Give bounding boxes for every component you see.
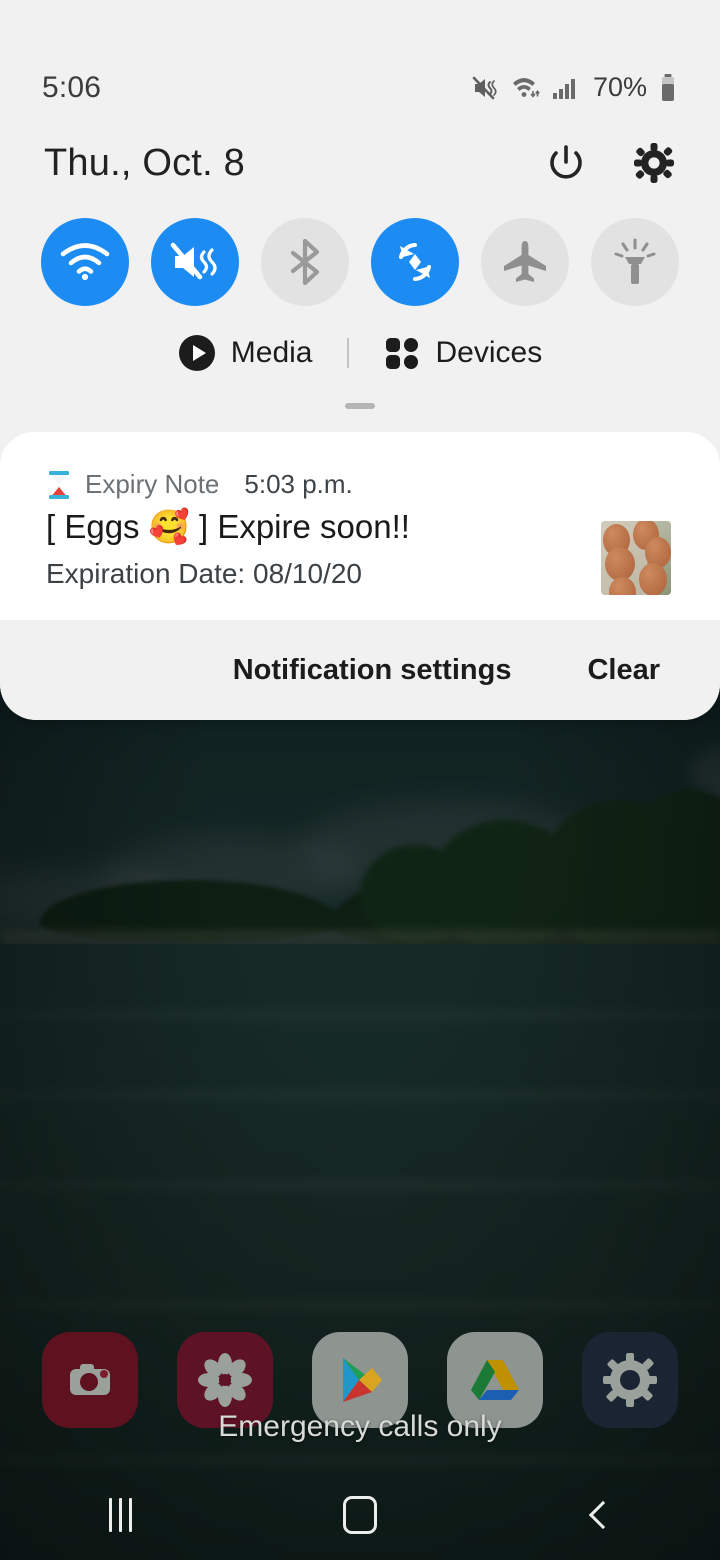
notification-header: Expiry Note 5:03 p.m. bbox=[46, 469, 353, 500]
sync-rotate-icon bbox=[399, 243, 431, 281]
notification-shade: 5:06 70% Thu., Oct. 8 Media Devices Expi… bbox=[0, 0, 720, 720]
notification-title: [ Eggs 🥰 ] Expire soon!! bbox=[46, 508, 410, 545]
cellular-signal-icon bbox=[552, 78, 575, 99]
shade-drag-handle[interactable] bbox=[345, 403, 375, 409]
shade-date: Thu., Oct. 8 bbox=[44, 141, 245, 184]
wifi-icon bbox=[60, 243, 110, 281]
power-icon[interactable] bbox=[544, 141, 588, 185]
media-devices-separator bbox=[346, 338, 349, 368]
toggle-sound-mode[interactable] bbox=[151, 218, 239, 306]
toggle-airplane-mode[interactable] bbox=[481, 218, 569, 306]
notification-settings-button[interactable]: Notification settings bbox=[233, 654, 512, 687]
notification-app-name: Expiry Note bbox=[85, 469, 220, 499]
status-bar: 5:06 70% bbox=[0, 60, 720, 115]
quick-settings-toggles bbox=[0, 216, 720, 308]
navigation-bar bbox=[0, 1470, 720, 1560]
media-label: Media bbox=[230, 336, 313, 369]
home-icon bbox=[343, 1496, 377, 1534]
devices-button[interactable]: Devices bbox=[383, 334, 543, 372]
flashlight-icon bbox=[614, 238, 656, 284]
battery-icon bbox=[662, 73, 674, 101]
toggle-bluetooth[interactable] bbox=[261, 218, 349, 306]
gear-icon[interactable] bbox=[632, 141, 676, 185]
airplane-icon bbox=[504, 241, 546, 282]
toggle-wifi[interactable] bbox=[41, 218, 129, 306]
phone-screen: Emergency calls only 5:06 70% Thu., Oct.… bbox=[0, 0, 720, 1560]
clear-button[interactable]: Clear bbox=[587, 654, 660, 687]
recents-button[interactable] bbox=[60, 1480, 180, 1550]
mute-vibrate-icon bbox=[472, 76, 497, 99]
bluetooth-icon bbox=[290, 238, 320, 286]
notification-time: 5:03 p.m. bbox=[244, 469, 353, 499]
play-circle-icon bbox=[178, 335, 215, 371]
status-clock: 5:06 bbox=[42, 70, 102, 104]
notification-body: Expiration Date: 08/10/20 bbox=[46, 558, 362, 589]
status-icons: 70% bbox=[471, 72, 678, 103]
toggle-auto-rotate[interactable] bbox=[371, 218, 459, 306]
back-button[interactable] bbox=[540, 1480, 660, 1550]
recents-icon bbox=[108, 1498, 132, 1532]
devices-grid-icon bbox=[385, 338, 418, 369]
devices-label: Devices bbox=[435, 336, 543, 369]
home-button[interactable] bbox=[300, 1480, 420, 1550]
back-icon bbox=[588, 1500, 618, 1530]
toggle-flashlight[interactable] bbox=[591, 218, 679, 306]
carrier-status-text: Emergency calls only bbox=[218, 1410, 502, 1443]
wifi-icon bbox=[512, 77, 540, 98]
media-button[interactable]: Media bbox=[178, 334, 313, 372]
hourglass-icon bbox=[49, 470, 69, 499]
notification-actions: Notification settings Clear bbox=[0, 620, 720, 720]
notification-thumbnail bbox=[601, 521, 671, 595]
battery-percent: 70% bbox=[592, 72, 647, 102]
media-devices-row: Media Devices bbox=[0, 328, 720, 378]
shade-header: Thu., Oct. 8 bbox=[0, 128, 720, 198]
mute-vibrate-icon bbox=[170, 242, 217, 280]
